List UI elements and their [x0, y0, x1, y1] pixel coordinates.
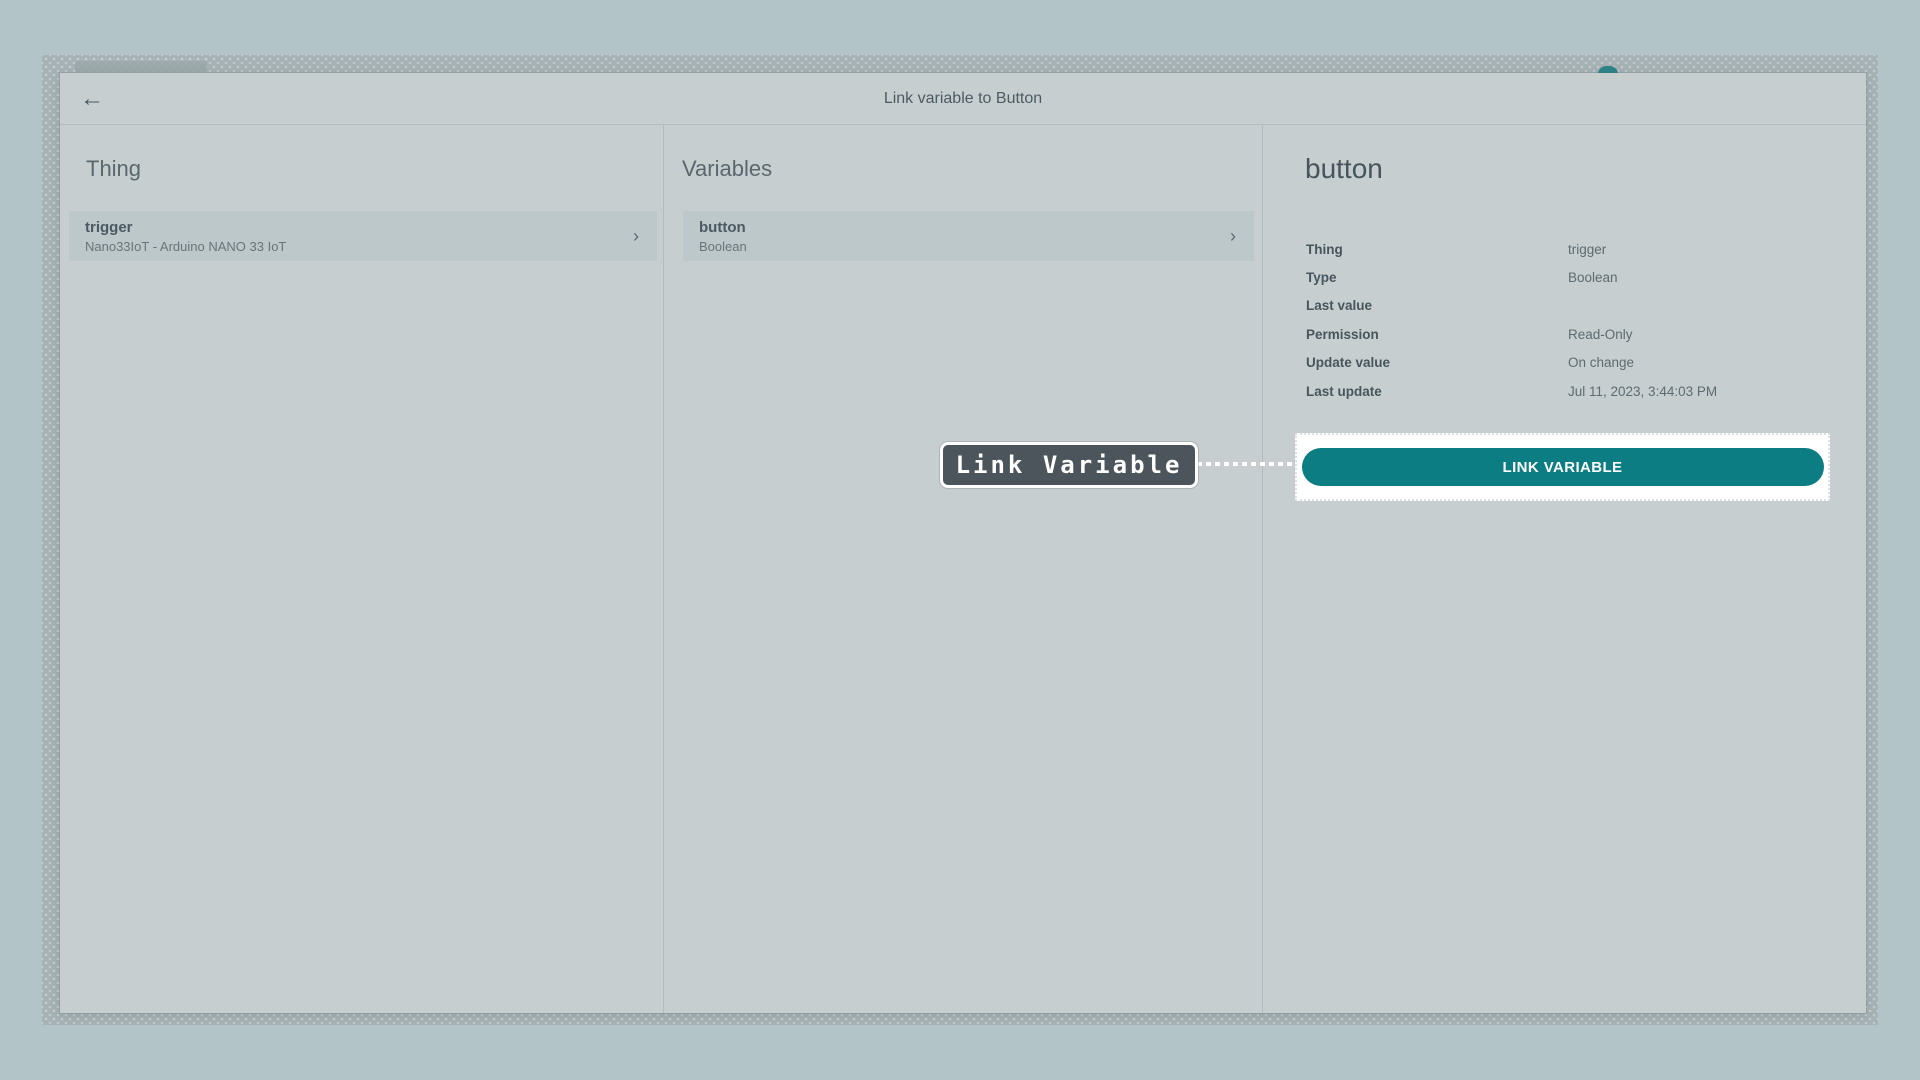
variable-item-text: button Boolean — [699, 219, 747, 254]
link-variable-highlight: LINK VARIABLE — [1295, 433, 1830, 501]
hidden-app-logo — [75, 61, 207, 72]
callout-connector-line — [1197, 462, 1296, 466]
detail-label: Thing — [1306, 242, 1568, 257]
detail-label: Permission — [1306, 327, 1568, 342]
detail-value: Read-Only — [1568, 327, 1633, 342]
detail-label: Last update — [1306, 384, 1568, 399]
variable-list-item-button[interactable]: button Boolean › — [683, 211, 1254, 261]
thing-column-header: Thing — [86, 155, 663, 183]
detail-value: On change — [1568, 355, 1634, 370]
thing-column: Thing trigger Nano33IoT - Arduino NANO 3… — [60, 125, 664, 1013]
detail-row-thing: Thing trigger — [1306, 235, 1830, 263]
detail-value: Jul 11, 2023, 3:44:03 PM — [1568, 384, 1717, 399]
detail-row-last-value: Last value — [1306, 292, 1830, 320]
variable-item-name: button — [699, 219, 747, 236]
thing-item-description: Nano33IoT - Arduino NANO 33 IoT — [85, 239, 286, 254]
link-variable-button[interactable]: LINK VARIABLE — [1302, 448, 1824, 486]
detail-label: Last value — [1306, 298, 1568, 313]
variable-details-rows: Thing trigger Type Boolean Last value Pe… — [1306, 235, 1830, 405]
thing-item-text: trigger Nano33IoT - Arduino NANO 33 IoT — [85, 219, 286, 254]
variables-column-header: Variables — [682, 155, 1262, 183]
detail-row-update-value: Update value On change — [1306, 349, 1830, 377]
link-variable-dialog: ← Link variable to Button Thing trigger … — [60, 73, 1866, 1013]
chevron-right-icon: › — [1230, 227, 1236, 245]
detail-label: Update value — [1306, 355, 1568, 370]
dialog-columns: Thing trigger Nano33IoT - Arduino NANO 3… — [60, 125, 1866, 1013]
dialog-header: ← Link variable to Button — [60, 73, 1866, 125]
dialog-title: Link variable to Button — [60, 73, 1866, 124]
link-variable-callout: Link Variable — [940, 442, 1198, 488]
thing-list-item-trigger[interactable]: trigger Nano33IoT - Arduino NANO 33 IoT … — [69, 211, 657, 261]
variable-item-description: Boolean — [699, 239, 747, 254]
variables-column: Variables button Boolean › — [664, 125, 1263, 1013]
chevron-right-icon: › — [633, 227, 639, 245]
detail-row-type: Type Boolean — [1306, 263, 1830, 291]
detail-row-last-update: Last update Jul 11, 2023, 3:44:03 PM — [1306, 377, 1830, 405]
variable-details-panel: button Thing trigger Type Boolean Last v… — [1263, 125, 1866, 1013]
detail-value: Boolean — [1568, 270, 1618, 285]
variable-details-title: button — [1305, 153, 1866, 185]
detail-value: trigger — [1568, 242, 1606, 257]
thing-item-name: trigger — [85, 219, 286, 236]
detail-label: Type — [1306, 270, 1568, 285]
detail-row-permission: Permission Read-Only — [1306, 320, 1830, 348]
